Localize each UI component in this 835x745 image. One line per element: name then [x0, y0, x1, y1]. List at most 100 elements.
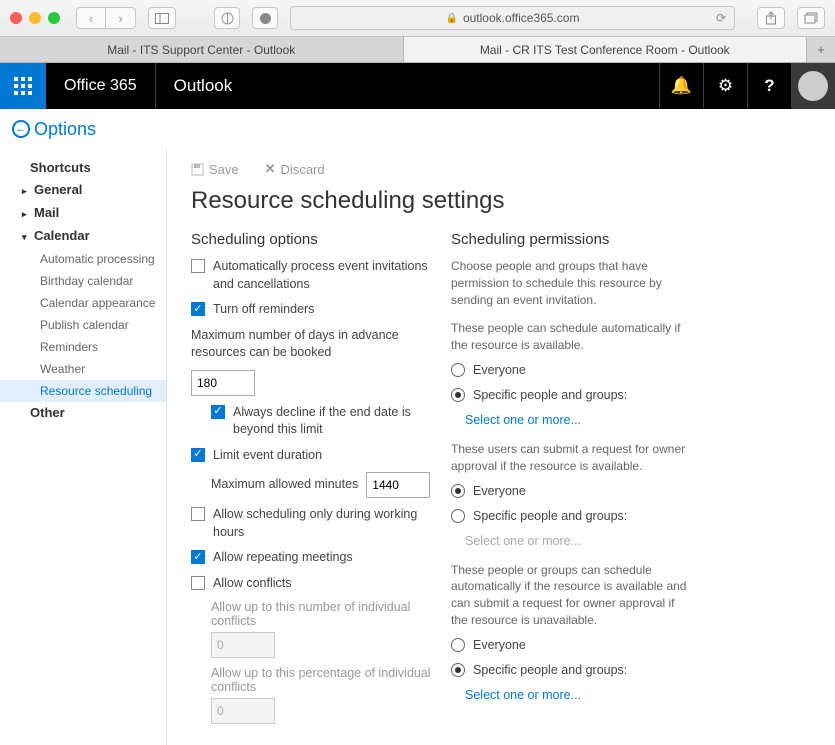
sidebar-sub-reminders[interactable]: Reminders: [0, 336, 166, 358]
sidebar-sub-automatic-processing[interactable]: Automatic processing: [0, 248, 166, 270]
sidebar-icon: [155, 13, 169, 24]
conflict-count-label: Allow up to this number of individual co…: [211, 600, 431, 628]
auto-process-checkbox[interactable]: [191, 259, 205, 273]
page-title: Resource scheduling settings: [191, 187, 817, 215]
save-label: Save: [209, 162, 239, 177]
working-hours-label: Allow scheduling only during working hou…: [213, 506, 431, 541]
browser-toolbar: ‹ › 🔒 outlook.office365.com ⟳: [0, 0, 835, 37]
approval-everyone-label: Everyone: [473, 483, 691, 501]
auto-specific-radio[interactable]: [451, 388, 465, 402]
discard-button[interactable]: ✕ Discard: [265, 161, 325, 177]
always-decline-checkbox[interactable]: [211, 405, 225, 419]
account-button[interactable]: [791, 63, 835, 109]
conflict-pct-label: Allow up to this percentage of individua…: [211, 666, 431, 694]
notifications-button[interactable]: 🔔: [659, 63, 703, 109]
compass-icon: [259, 12, 272, 25]
sidebar-sub-calendar-appearance[interactable]: Calendar appearance: [0, 292, 166, 314]
sidebar-sub-resource-scheduling[interactable]: Resource scheduling: [0, 380, 166, 402]
suite-header: Office 365 Outlook 🔔 ⚙ ?: [0, 63, 835, 109]
approval-select-people-link: Select one or more...: [451, 534, 691, 548]
sidebar-item-other[interactable]: Other: [0, 402, 166, 424]
combo-everyone-radio[interactable]: [451, 638, 465, 652]
compass-button[interactable]: [252, 7, 278, 29]
sidebar-sub-publish-calendar[interactable]: Publish calendar: [0, 314, 166, 336]
max-minutes-label: Maximum allowed minutes: [211, 476, 358, 494]
sidebar-item-general[interactable]: General: [0, 179, 166, 202]
shield-button[interactable]: [214, 7, 240, 29]
sidebar-item-calendar[interactable]: Calendar: [0, 225, 166, 248]
tabs-icon: [804, 12, 818, 24]
max-minutes-input[interactable]: [366, 472, 430, 498]
sidebar-toggle-button[interactable]: [148, 7, 176, 29]
forward-button[interactable]: ›: [106, 7, 136, 29]
auto-specific-label: Specific people and groups:: [473, 387, 691, 405]
zoom-window-icon[interactable]: [48, 12, 60, 24]
repeating-label: Allow repeating meetings: [213, 549, 431, 567]
settings-button[interactable]: ⚙: [703, 63, 747, 109]
auto-everyone-radio[interactable]: [451, 363, 465, 377]
approval-label: These users can submit a request for own…: [451, 441, 691, 475]
options-back[interactable]: ← Options: [0, 109, 835, 149]
combo-select-people-link[interactable]: Select one or more...: [451, 688, 691, 702]
approval-specific-radio[interactable]: [451, 509, 465, 523]
new-tab-button[interactable]: +: [807, 37, 835, 62]
max-days-input[interactable]: [191, 370, 255, 396]
gear-icon: ⚙: [718, 76, 733, 96]
waffle-icon: [14, 77, 32, 95]
browser-tab-2[interactable]: Mail - CR ITS Test Conference Room - Out…: [404, 37, 808, 62]
discard-icon: ✕: [265, 161, 276, 177]
conflict-pct-input: [211, 698, 275, 724]
working-hours-checkbox[interactable]: [191, 507, 205, 521]
window-controls[interactable]: [10, 12, 60, 24]
auto-everyone-label: Everyone: [473, 362, 691, 380]
scheduling-options-heading: Scheduling options: [191, 231, 431, 248]
help-button[interactable]: ?: [747, 63, 791, 109]
sidebar-item-mail[interactable]: Mail: [0, 202, 166, 225]
address-bar[interactable]: 🔒 outlook.office365.com ⟳: [290, 6, 735, 30]
app-launcher-button[interactable]: [0, 63, 46, 109]
sidebar-sub-birthday-calendar[interactable]: Birthday calendar: [0, 270, 166, 292]
url-text: outlook.office365.com: [463, 11, 580, 25]
content-pane: Save ✕ Discard Resource scheduling setti…: [167, 149, 835, 745]
auto-select-people-link[interactable]: Select one or more...: [451, 413, 691, 427]
approval-everyone-radio[interactable]: [451, 484, 465, 498]
permissions-intro: Choose people and groups that have permi…: [451, 258, 691, 308]
options-label: Options: [34, 119, 96, 140]
save-button[interactable]: Save: [191, 161, 239, 177]
share-icon: [765, 11, 777, 25]
browser-tab-1[interactable]: Mail - ITS Support Center - Outlook: [0, 37, 404, 62]
sidebar-item-shortcuts[interactable]: Shortcuts: [0, 157, 166, 179]
app-title[interactable]: Outlook: [156, 76, 251, 96]
combo-specific-radio[interactable]: [451, 663, 465, 677]
save-icon: [191, 163, 204, 176]
approval-specific-label: Specific people and groups:: [473, 508, 691, 526]
close-window-icon[interactable]: [10, 12, 22, 24]
always-decline-label: Always decline if the end date is beyond…: [233, 404, 431, 439]
tab-label: Mail - ITS Support Center - Outlook: [107, 43, 295, 57]
discard-label: Discard: [281, 162, 325, 177]
max-days-label: Maximum number of days in advance resour…: [191, 327, 431, 362]
bell-icon: 🔔: [671, 76, 692, 96]
auto-process-label: Automatically process event invitations …: [213, 258, 431, 293]
shield-icon: [221, 12, 234, 25]
share-button[interactable]: [757, 7, 785, 29]
back-arrow-icon: ←: [12, 120, 30, 138]
reload-icon[interactable]: ⟳: [716, 11, 726, 25]
minimize-window-icon[interactable]: [29, 12, 41, 24]
combo-everyone-label: Everyone: [473, 637, 691, 655]
options-sidebar: Shortcuts General Mail Calendar Automati…: [0, 149, 167, 745]
combo-specific-label: Specific people and groups:: [473, 662, 691, 680]
back-button[interactable]: ‹: [76, 7, 106, 29]
lock-icon: 🔒: [446, 13, 458, 24]
tabs-button[interactable]: [797, 7, 825, 29]
limit-duration-label: Limit event duration: [213, 447, 431, 465]
auto-schedule-label: These people can schedule automatically …: [451, 320, 691, 354]
limit-duration-checkbox[interactable]: [191, 448, 205, 462]
sidebar-sub-weather[interactable]: Weather: [0, 358, 166, 380]
conflicts-label: Allow conflicts: [213, 575, 431, 593]
help-icon: ?: [764, 76, 774, 96]
repeating-checkbox[interactable]: [191, 550, 205, 564]
turn-off-reminders-checkbox[interactable]: [191, 302, 205, 316]
suite-title[interactable]: Office 365: [46, 63, 156, 109]
conflicts-checkbox[interactable]: [191, 576, 205, 590]
